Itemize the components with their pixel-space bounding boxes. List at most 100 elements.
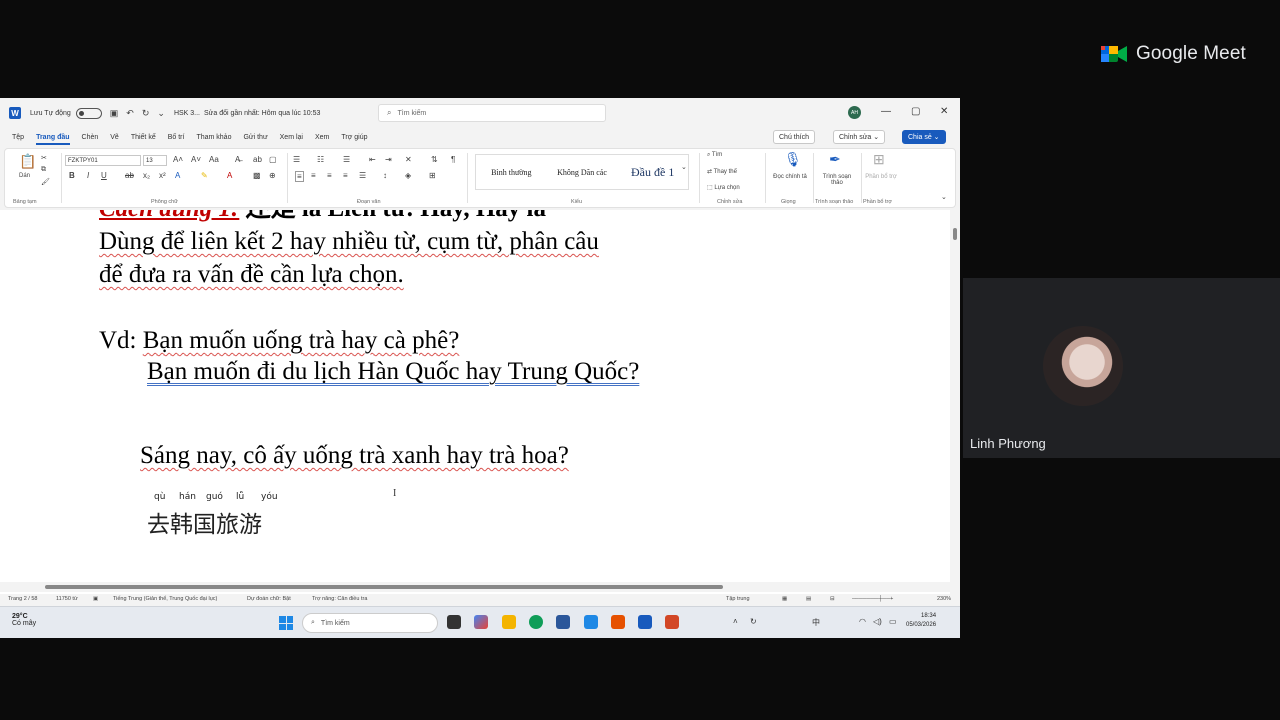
editor-icon[interactable]: ✒: [829, 151, 841, 168]
minimize-icon[interactable]: —: [881, 106, 891, 117]
bullets-icon[interactable]: ☰: [293, 155, 300, 164]
italic-icon[interactable]: I: [87, 171, 89, 180]
paste-icon[interactable]: 📋: [19, 153, 36, 170]
editor-label[interactable]: Trình soạn thảo: [817, 174, 857, 186]
shrink-font-icon[interactable]: A˅: [191, 155, 201, 164]
document-canvas[interactable]: Cách dùng 1: 还是 là Liên từ: Hay, Hay là …: [0, 210, 950, 638]
store-icon[interactable]: [556, 615, 570, 629]
cut-icon[interactable]: ✂: [41, 154, 47, 162]
task-view-icon[interactable]: [447, 615, 461, 629]
clear-formatting-icon[interactable]: A̶: [235, 155, 240, 164]
tab-draw[interactable]: Vẽ: [110, 134, 119, 141]
bold-icon[interactable]: B: [69, 171, 75, 180]
editing-mode-button[interactable]: Chỉnh sửa ⌄: [833, 130, 886, 144]
find-button[interactable]: ⌕ Tìm: [707, 152, 722, 159]
numbering-icon[interactable]: ☷: [317, 155, 324, 164]
align-center-icon[interactable]: ≡: [311, 171, 316, 180]
close-icon[interactable]: ✕: [940, 106, 948, 117]
text-prediction[interactable]: Dự đoán chữ: Bật: [247, 596, 291, 602]
sort-icon[interactable]: ⇅: [431, 155, 438, 164]
ribbon-search-box[interactable]: ⌕ Tìm kiếm: [378, 104, 606, 122]
battery-icon[interactable]: ▭: [889, 617, 897, 626]
comments-button[interactable]: Chú thích: [773, 130, 815, 144]
change-case-icon[interactable]: Aa: [209, 155, 219, 164]
user-avatar[interactable]: AH: [848, 106, 861, 119]
superscript-icon[interactable]: x²: [159, 171, 166, 180]
read-mode-icon[interactable]: ▦: [782, 596, 787, 602]
accessibility-status[interactable]: Trợ năng: Cân điều tra: [312, 596, 367, 602]
tab-home[interactable]: Trang đầu: [36, 134, 70, 145]
strikethrough-icon[interactable]: ab: [125, 171, 134, 180]
replace-button[interactable]: ⇄ Thay thế: [707, 168, 737, 175]
share-button[interactable]: Chia sẻ ⌄: [902, 130, 946, 144]
word-taskbar-icon[interactable]: [638, 615, 652, 629]
character-shading-icon[interactable]: ▩: [253, 171, 261, 180]
tab-references[interactable]: Tham khảo: [196, 134, 231, 141]
tab-help[interactable]: Trợ giúp: [341, 134, 367, 141]
grow-font-icon[interactable]: A˄: [173, 155, 183, 164]
ime-indicator[interactable]: 中: [812, 617, 820, 628]
proofing-icon[interactable]: ▣: [93, 596, 98, 602]
vertical-scroll-thumb[interactable]: [953, 228, 957, 240]
document-title[interactable]: HSK 3...: [174, 110, 200, 117]
decrease-indent-icon[interactable]: ⇤: [369, 155, 376, 164]
increase-indent-icon[interactable]: ⇥: [385, 155, 392, 164]
style-heading-1[interactable]: Đầu đề 1: [617, 165, 688, 180]
phonetic-guide-icon[interactable]: ab: [253, 155, 262, 164]
word-count[interactable]: 11750 từ: [56, 596, 78, 602]
distributed-icon[interactable]: ☰: [359, 171, 366, 180]
dictate-label[interactable]: Đọc chính tả: [771, 174, 809, 180]
focus-mode[interactable]: Tập trung: [726, 596, 750, 602]
format-painter-icon[interactable]: 🖌: [41, 178, 50, 186]
wifi-icon[interactable]: ◠: [859, 617, 866, 626]
highlight-icon[interactable]: ✎: [201, 171, 208, 180]
align-left-icon[interactable]: ≡: [295, 171, 304, 182]
tray-overflow-icon[interactable]: ˄: [733, 617, 738, 626]
customize-toolbar-icon[interactable]: ⌄: [157, 108, 165, 119]
zoom-slider[interactable]: –──────┼──+: [852, 596, 893, 602]
edge-icon[interactable]: [529, 615, 543, 629]
volume-icon[interactable]: ◁): [873, 617, 882, 626]
justify-icon[interactable]: ≡: [343, 171, 348, 180]
weather-widget[interactable]: 29°C Có mây: [12, 613, 36, 627]
taskbar-clock[interactable]: 18:34 05/03/2026: [906, 612, 936, 630]
text-effects-icon[interactable]: A: [175, 171, 180, 180]
addins-icon[interactable]: ⊞: [873, 151, 885, 168]
zoom-level[interactable]: 230%: [937, 596, 951, 602]
autosave-toggle[interactable]: [75, 107, 102, 119]
vertical-scrollbar[interactable]: [950, 210, 960, 638]
ribbon-collapse-icon[interactable]: ⌄: [941, 193, 947, 201]
select-button[interactable]: ⬚ Lựa chọn: [707, 184, 740, 191]
tab-view[interactable]: Xem: [315, 134, 329, 141]
line-spacing-icon[interactable]: ↕: [383, 171, 387, 180]
underline-icon[interactable]: U: [101, 171, 107, 180]
tab-review[interactable]: Xem lại: [280, 134, 303, 141]
app-icon[interactable]: [611, 615, 625, 629]
addins-label[interactable]: Phần bổ trợ: [863, 174, 899, 180]
character-border-icon[interactable]: ▢: [269, 155, 277, 164]
maximize-icon[interactable]: ▢: [911, 106, 920, 117]
tray-sync-icon[interactable]: ↻: [750, 617, 757, 626]
styles-more-icon[interactable]: ⌄: [681, 163, 687, 171]
file-explorer-icon[interactable]: [502, 615, 516, 629]
participant-tile[interactable]: Linh Phương: [963, 278, 1280, 458]
start-button[interactable]: [279, 616, 293, 630]
show-marks-icon[interactable]: ¶: [451, 155, 455, 164]
powerpoint-taskbar-icon[interactable]: [665, 615, 679, 629]
horizontal-scroll-thumb[interactable]: [45, 585, 723, 589]
web-layout-icon[interactable]: ⊟: [830, 596, 835, 602]
font-name-box[interactable]: FZKTPY01: [65, 155, 141, 166]
page-indicator[interactable]: Trang 2 / 58: [8, 596, 37, 602]
enclose-characters-icon[interactable]: ⊕: [269, 171, 276, 180]
undo-icon[interactable]: ↶: [126, 108, 134, 119]
tab-layout[interactable]: Bố trí: [168, 134, 185, 141]
style-no-spacing[interactable]: Không Dãn các: [547, 168, 618, 177]
print-layout-icon[interactable]: ▤: [806, 596, 811, 602]
save-icon[interactable]: ▣: [110, 108, 119, 119]
tab-design[interactable]: Thiết kế: [131, 134, 156, 141]
copy-icon[interactable]: ⧉: [41, 166, 46, 174]
last-modified[interactable]: Sửa đổi gần nhất: Hôm qua lúc 10:53: [204, 110, 320, 117]
multilevel-list-icon[interactable]: ☰: [343, 155, 350, 164]
copilot-icon[interactable]: [474, 615, 488, 629]
paste-label[interactable]: Dán: [19, 173, 30, 179]
